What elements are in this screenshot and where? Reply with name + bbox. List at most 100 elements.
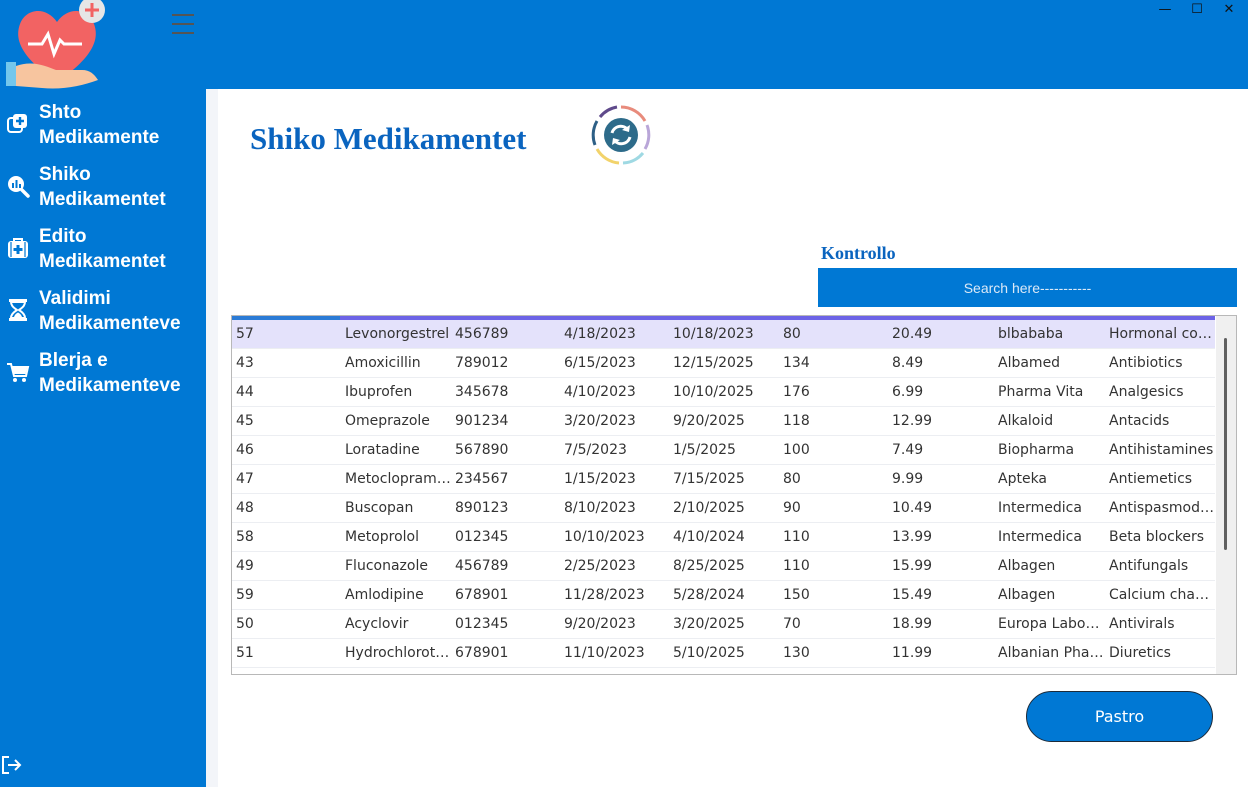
table-cell: 13.99 <box>892 529 933 545</box>
table-cell: 456789 <box>455 558 509 574</box>
table-body: 57 Levonorgestrel 456789 4/18/2023 10/18/202… <box>232 320 1215 668</box>
table-row[interactable]: 57 Levonorgestrel 456789 4/18/2023 10/18/202… <box>232 320 1215 349</box>
table-cell: 4/10/2023 <box>564 384 636 400</box>
table-cell: 10/18/2023 <box>673 326 754 342</box>
table-cell: Levonorgestrel <box>345 326 450 342</box>
table-cell: Albagen <box>998 558 1056 574</box>
sidebar-item-label: Shto Medikamente <box>39 102 160 148</box>
minimize-button[interactable]: — <box>1150 0 1180 18</box>
table-cell: 15.99 <box>892 558 933 574</box>
table-cell: 567890 <box>455 442 509 458</box>
page-title: Shiko Medikamentet <box>250 121 527 156</box>
table-cell: Albagen <box>998 587 1056 603</box>
sidebar-item-shiko-medikamentet[interactable]: Shiko Medikamentet <box>0 158 206 214</box>
clear-button[interactable]: Pastro <box>1026 691 1213 742</box>
table-cell: blbababa <box>998 326 1064 342</box>
table-row[interactable]: 47 Metoclopram… 234567 1/15/2023 7/15/2025 80… <box>232 465 1215 494</box>
table-row[interactable]: 59 Amlodipine 678901 11/28/2023 5/28/2024 150… <box>232 581 1215 610</box>
table-cell: Pharma Vita <box>998 384 1084 400</box>
sidebar-item-blerja-medikamenteve[interactable]: Blerja e Medikamenteve <box>0 344 206 400</box>
menu-toggle-icon[interactable] <box>172 14 196 34</box>
medicines-table[interactable]: 57 Levonorgestrel 456789 4/18/2023 10/18/202… <box>231 315 1237 675</box>
table-cell: 8/10/2023 <box>564 500 636 516</box>
table-cell: 10/10/2025 <box>673 384 754 400</box>
sidebar-item-label: Validimi Medikamenteve <box>39 288 181 334</box>
sidebar-item-label: Edito Medikamentet <box>39 226 166 272</box>
sidebar: Shto Medikamente Shiko Medikamentet Edit… <box>0 92 206 787</box>
table-cell: 12/15/2025 <box>673 355 754 371</box>
table-cell: 11/28/2023 <box>564 587 645 603</box>
logout-icon[interactable] <box>0 754 24 776</box>
app-window: — ☐ ✕ Shto Medikamente Shiko Medikamente… <box>0 0 1248 787</box>
table-cell: 70 <box>783 616 801 632</box>
table-cell: 12.99 <box>892 413 933 429</box>
table-cell: 012345 <box>455 616 509 632</box>
table-cell: Alkaloid <box>998 413 1054 429</box>
table-cell: 3/20/2025 <box>673 616 745 632</box>
table-row[interactable]: 46 Loratadine 567890 7/5/2023 1/5/2025 100 7.4… <box>232 436 1215 465</box>
search-input[interactable] <box>818 268 1237 307</box>
table-cell: 47 <box>236 471 254 487</box>
table-row[interactable]: 51 Hydrochlorot… 678901 11/10/2023 5/10/2025… <box>232 639 1215 668</box>
table-cell: 59 <box>236 587 254 603</box>
table-cell: 100 <box>783 442 810 458</box>
table-cell: Amoxicillin <box>345 355 421 371</box>
table-cell: 58 <box>236 529 254 545</box>
table-cell: 789012 <box>455 355 509 371</box>
table-cell: Loratadine <box>345 442 420 458</box>
table-cell: 8.49 <box>892 355 924 371</box>
main-panel: Shiko Medikamentet Kontrollo 57 Levonorge… <box>206 89 1248 787</box>
medical-bag-icon <box>8 238 28 258</box>
table-cell: Fluconazole <box>345 558 428 574</box>
close-button[interactable]: ✕ <box>1214 0 1244 18</box>
table-cell: 50 <box>236 616 254 632</box>
table-cell: Acyclovir <box>345 616 409 632</box>
table-row[interactable]: 44 Ibuprofen 345678 4/10/2023 10/10/2025 176 6… <box>232 378 1215 407</box>
table-cell: 80 <box>783 471 801 487</box>
table-cell: 51 <box>236 645 254 661</box>
table-cell: Antifungals <box>1109 558 1189 574</box>
table-row[interactable]: 43 Amoxicillin 789012 6/15/2023 12/15/2025 13… <box>232 349 1215 378</box>
table-cell: 678901 <box>455 587 509 603</box>
table-cell: 110 <box>783 558 810 574</box>
hourglass-icon <box>9 299 27 321</box>
table-cell: Antispasmodi… <box>1109 500 1215 516</box>
table-row[interactable]: 48 Buscopan 890123 8/10/2023 2/10/2025 90 10.4… <box>232 494 1215 523</box>
sidebar-item-shto-medikamente[interactable]: Shto Medikamente <box>0 96 206 152</box>
sidebar-item-edito-medikamentet[interactable]: Edito Medikamentet <box>0 220 206 276</box>
table-cell: 5/28/2024 <box>673 587 745 603</box>
table-row[interactable]: 58 Metoprolol 012345 10/10/2023 4/10/2024 110… <box>232 523 1215 552</box>
table-row[interactable]: 49 Fluconazole 456789 2/25/2023 8/25/2025 110… <box>232 552 1215 581</box>
table-cell: 11/10/2023 <box>564 645 645 661</box>
table-cell: 49 <box>236 558 254 574</box>
table-cell: Metoclopram… <box>345 471 451 487</box>
table-cell: Hydrochlorot… <box>345 645 450 661</box>
table-row[interactable]: 45 Omeprazole 901234 3/20/2023 9/20/2025 118 1… <box>232 407 1215 436</box>
table-cell: 9.99 <box>892 471 924 487</box>
table-cell: Antihistamines <box>1109 442 1214 458</box>
table-cell: 80 <box>783 326 801 342</box>
refresh-icon[interactable] <box>589 103 653 167</box>
table-cell: 10/10/2023 <box>564 529 645 545</box>
table-cell: 234567 <box>455 471 509 487</box>
table-cell: Intermedica <box>998 529 1082 545</box>
table-cell: 2/10/2025 <box>673 500 745 516</box>
add-medicine-icon <box>7 114 27 133</box>
table-cell: 9/20/2025 <box>673 413 745 429</box>
table-cell: Antiemetics <box>1109 471 1193 487</box>
table-row[interactable]: 50 Acyclovir 012345 9/20/2023 3/20/2025 70 18.… <box>232 610 1215 639</box>
table-cell: 012345 <box>455 529 509 545</box>
table-cell: Biopharma <box>998 442 1075 458</box>
maximize-button[interactable]: ☐ <box>1182 0 1212 18</box>
table-cell: 4/18/2023 <box>564 326 636 342</box>
vertical-scrollbar[interactable] <box>1216 316 1236 674</box>
table-cell: 8/25/2025 <box>673 558 745 574</box>
table-cell: Buscopan <box>345 500 414 516</box>
sidebar-item-label: Blerja e Medikamenteve <box>39 350 181 396</box>
table-cell: 7/5/2023 <box>564 442 627 458</box>
table-cell: Calcium chan… <box>1109 587 1215 603</box>
table-cell: 2/25/2023 <box>564 558 636 574</box>
cart-icon <box>7 363 30 382</box>
scrollbar-thumb[interactable] <box>1224 338 1227 550</box>
sidebar-item-validimi-medikamenteve[interactable]: Validimi Medikamenteve <box>0 282 206 338</box>
